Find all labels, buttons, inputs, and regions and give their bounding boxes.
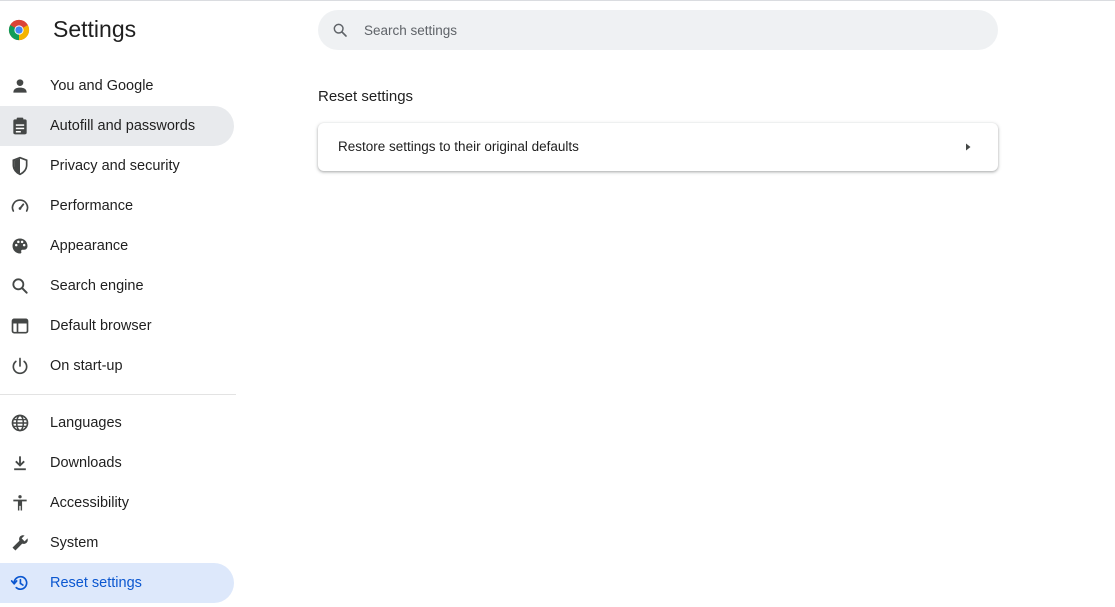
- search-input[interactable]: [364, 10, 964, 50]
- clipboard-icon: [13, 117, 27, 135]
- sidebar-item-label: Privacy and security: [50, 158, 180, 174]
- accessibility-icon: [13, 495, 27, 511]
- sidebar-item-label: Appearance: [50, 238, 129, 254]
- search-bar[interactable]: [318, 10, 998, 50]
- sidebar-item-performance[interactable]: Performance: [0, 186, 234, 226]
- sidebar-item-label: Languages: [50, 415, 122, 431]
- chrome-logo-icon: [8, 19, 30, 41]
- person-icon: [13, 79, 27, 93]
- search-icon: [12, 278, 28, 294]
- sidebar-item-label: You and Google: [50, 78, 154, 94]
- restore-defaults-label: Restore settings to their original defau…: [338, 139, 579, 154]
- browser-window-icon: [11, 318, 29, 334]
- reset-card: Restore settings to their original defau…: [318, 123, 998, 171]
- arrow-right-icon: [966, 143, 971, 151]
- sidebar-item-privacy[interactable]: Privacy and security: [0, 146, 234, 186]
- search-icon: [333, 23, 347, 37]
- sidebar-item-languages[interactable]: Languages: [0, 403, 234, 443]
- sidebar-item-label: Accessibility: [50, 495, 129, 511]
- sidebar-item-label: Performance: [50, 198, 134, 214]
- sidebar-item-label: Default browser: [50, 318, 152, 334]
- sidebar-item-you-and-google[interactable]: You and Google: [0, 66, 234, 106]
- sidebar-item-on-startup[interactable]: On start-up: [0, 346, 234, 386]
- settings-page: Settings You and Google Autofill: [0, 0, 1115, 607]
- download-icon: [14, 456, 26, 471]
- sidebar-item-label: On start-up: [50, 358, 123, 374]
- sidebar-item-downloads[interactable]: Downloads: [0, 443, 234, 483]
- sidebar-item-appearance[interactable]: Appearance: [0, 226, 234, 266]
- sidebar-item-default-browser[interactable]: Default browser: [0, 306, 234, 346]
- sidebar-item-label: Downloads: [50, 455, 122, 471]
- section-title: Reset settings: [318, 88, 414, 105]
- restore-defaults-row[interactable]: Restore settings to their original defau…: [318, 123, 998, 171]
- sidebar-item-label: Reset settings: [50, 575, 142, 591]
- sidebar-item-label: System: [50, 535, 99, 551]
- shield-icon: [12, 156, 28, 176]
- sidebar-item-label: Autofill and passwords: [50, 118, 196, 134]
- sidebar-item-autofill[interactable]: Autofill and passwords: [0, 106, 234, 146]
- sidebar-item-label: Search engine: [50, 278, 144, 294]
- speedometer-icon: [11, 199, 29, 212]
- wrench-icon: [12, 535, 28, 551]
- restore-history-icon: [10, 575, 28, 590]
- sidebar-item-search-engine[interactable]: Search engine: [0, 266, 234, 306]
- sidebar-item-accessibility[interactable]: Accessibility: [0, 483, 234, 523]
- sidebar: You and Google Autofill and passwords Pr…: [0, 66, 236, 603]
- header: Settings: [8, 16, 136, 42]
- sidebar-divider: [0, 394, 236, 395]
- power-icon: [12, 357, 28, 375]
- sidebar-item-system[interactable]: System: [0, 523, 234, 563]
- globe-icon: [11, 414, 29, 432]
- palette-icon: [12, 238, 28, 254]
- page-title: Settings: [53, 16, 137, 42]
- sidebar-item-reset-settings[interactable]: Reset settings: [0, 563, 234, 603]
